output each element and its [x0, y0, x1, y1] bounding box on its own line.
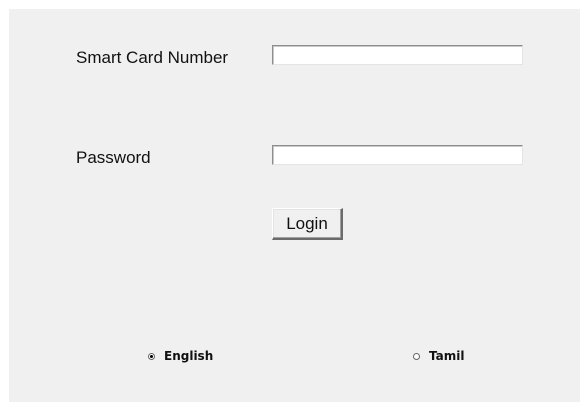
smart-card-number-label: Smart Card Number: [76, 48, 229, 67]
english-radio-indicator[interactable]: [148, 352, 155, 360]
login-button[interactable]: Login: [272, 208, 343, 240]
smart-card-number-field[interactable]: [272, 45, 523, 65]
tamil-radio-label[interactable]: Tamil: [429, 348, 464, 364]
tamil-radio-indicator[interactable]: [413, 352, 420, 360]
tamil-radio[interactable]: Tamil: [413, 348, 464, 364]
english-radio[interactable]: English: [148, 348, 213, 364]
password-label: Password: [76, 148, 151, 167]
login-window: Smart Card Number Password Login English…: [9, 9, 580, 402]
english-radio-label[interactable]: English: [164, 348, 213, 364]
password-field[interactable]: [272, 145, 523, 165]
